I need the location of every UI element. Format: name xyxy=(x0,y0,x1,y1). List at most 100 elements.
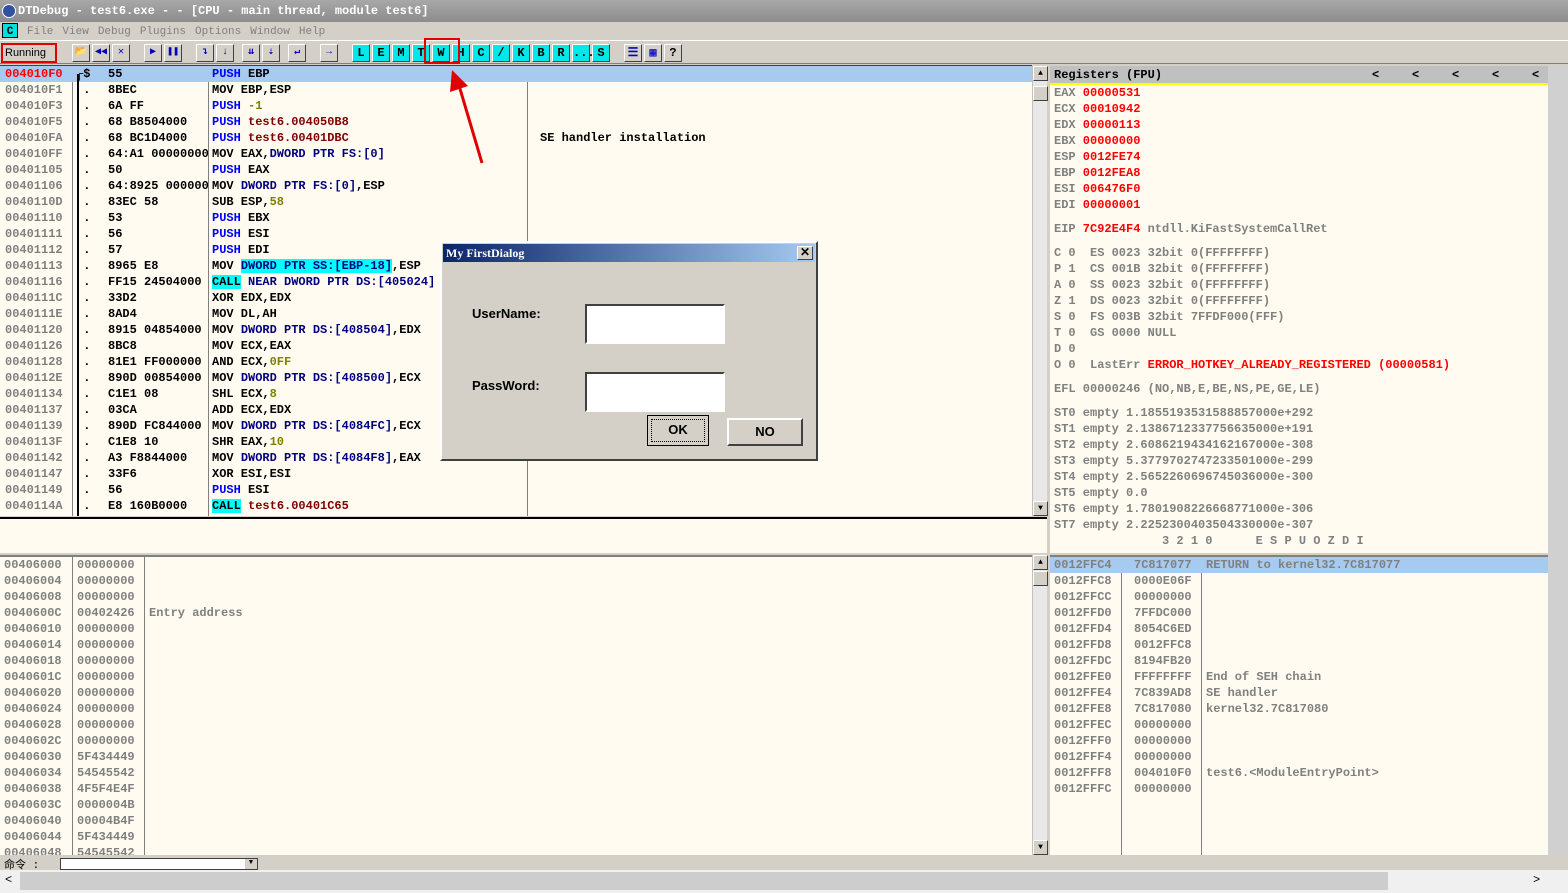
register-line[interactable]: ST0 empty 1.1855193531588857000e+292 xyxy=(1054,405,1548,421)
stack-row[interactable]: 0012FFF4 00000000 xyxy=(1050,749,1548,765)
toolbar-button-m[interactable]: M xyxy=(392,44,410,62)
stack-row[interactable]: 0012FFD4 8054C6ED xyxy=(1050,621,1548,637)
menu-debug[interactable]: Debug xyxy=(98,24,131,40)
menu-view[interactable]: View xyxy=(62,24,88,40)
dump-row[interactable]: 00406040 00004B4F xyxy=(0,813,1032,829)
command-input[interactable]: ▼ xyxy=(60,858,258,870)
horizontal-scrollbar[interactable]: < > xyxy=(0,870,1568,893)
disasm-row[interactable]: 0040114A . E8 160B0000 CALL test6.00401C65 xyxy=(0,498,1032,514)
list-icon[interactable]: ☰ xyxy=(624,44,642,62)
run-icon[interactable]: ▶ xyxy=(144,44,162,62)
stack-pane[interactable]: 0012FFC4 7C817077 RETURN to kernel32.7C817… xyxy=(1050,555,1548,855)
pause-icon[interactable]: ❚❚ xyxy=(164,44,182,62)
disasm-row[interactable]: 00401106 .64:8925 00000000MOV DWORD PTR … xyxy=(0,178,1032,194)
stack-row[interactable]: 0012FFFC 00000000 xyxy=(1050,781,1548,797)
dump-row[interactable]: 00406024 00000000 xyxy=(0,701,1032,717)
disasm-row[interactable]: 00401105 . 50 PUSH EAX xyxy=(0,162,1032,178)
colors-icon[interactable]: ▦ xyxy=(644,44,662,62)
right-scrollbar[interactable] xyxy=(1548,66,1568,856)
register-line[interactable]: C 0 ES 0023 32bit 0(FFFFFFFF) xyxy=(1054,245,1548,261)
register-line[interactable]: T 0 GS 0000 NULL xyxy=(1054,325,1548,341)
register-line[interactable]: EBP 0012FEA8 xyxy=(1054,165,1548,181)
register-line[interactable]: EAX 00000531 xyxy=(1054,85,1548,101)
dialog-title-bar[interactable]: My FirstDialog ✕ xyxy=(443,244,815,262)
dump-row[interactable]: 00406048 54545542 xyxy=(0,845,1032,855)
nav-arrow-icon[interactable]: < xyxy=(1492,66,1499,84)
dump-scrollbar[interactable]: ▲ ▼ xyxy=(1032,555,1048,855)
toolbar-button-more[interactable]: ... xyxy=(572,44,595,62)
dump-row[interactable]: 00406004 00000000 xyxy=(0,573,1032,589)
restart-icon[interactable]: ◀◀ xyxy=(92,44,110,62)
disasm-row[interactable]: 00401149 . 56 PUSH ESI xyxy=(0,482,1032,498)
disasm-row[interactable]: 00401111 . 56 PUSH ESI xyxy=(0,226,1032,242)
memory-dump-pane[interactable]: 00406000 00000000 00406004 00000000 00406008… xyxy=(0,555,1032,855)
disasm-row[interactable]: 0040110D . 83EC 58 SUB ESP,58 xyxy=(0,194,1032,210)
scroll-up-icon[interactable]: ▲ xyxy=(1033,66,1048,81)
scroll-left-icon[interactable]: < xyxy=(5,873,12,887)
stack-row[interactable]: 0012FFD8 0012FFC8 xyxy=(1050,637,1548,653)
dump-row[interactable]: 00406014 00000000 xyxy=(0,637,1032,653)
menu-help[interactable]: Help xyxy=(299,24,325,40)
scroll-up-icon[interactable]: ▲ xyxy=(1033,555,1048,570)
dump-row[interactable]: 0040603C 0000004B xyxy=(0,797,1032,813)
toolbar-button-k[interactable]: K xyxy=(512,44,530,62)
dropdown-arrow-icon[interactable]: ▼ xyxy=(245,859,257,869)
register-line[interactable]: ST6 empty 1.7801908226668771000e-306 xyxy=(1054,501,1548,517)
stack-row[interactable]: 0012FFC4 7C817077 RETURN to kernel32.7C817… xyxy=(1050,557,1548,573)
register-line[interactable]: ECX 00010942 xyxy=(1054,101,1548,117)
register-line[interactable]: D 0 xyxy=(1054,341,1548,357)
register-line[interactable]: EFL 00000246 (NO,NB,E,BE,NS,PE,GE,LE) xyxy=(1054,381,1548,397)
username-input[interactable] xyxy=(585,304,725,344)
stack-row[interactable]: 0012FFE0 FFFFFFFF End of SEH chain xyxy=(1050,669,1548,685)
scroll-thumb[interactable] xyxy=(1033,86,1048,101)
disasm-row[interactable]: 004010FF . 64:A1 00000000 MOV EAX,DWORD PT… xyxy=(0,146,1032,162)
registers-pane[interactable]: Registers (FPU) < < < < < EAX 00000531 ECX 0001… xyxy=(1050,66,1548,553)
register-line[interactable]: ST7 empty 2.2252300403504330000e-307 xyxy=(1054,517,1548,533)
ok-button[interactable]: OK xyxy=(647,415,709,446)
step-over-icon[interactable]: ↓ xyxy=(216,44,234,62)
disasm-row[interactable]: 00401147 . 33F6 XOR ESI,ESI xyxy=(0,466,1032,482)
help-icon[interactable]: ? xyxy=(664,44,682,62)
dump-row[interactable]: 00406010 00000000 xyxy=(0,621,1032,637)
stack-row[interactable]: 0012FFCC 00000000 xyxy=(1050,589,1548,605)
toolbar-button-r[interactable]: R xyxy=(552,44,570,62)
password-input[interactable] xyxy=(585,372,725,412)
register-line[interactable]: EIP 7C92E4F4 ntdll.KiFastSystemCallRet xyxy=(1054,221,1548,237)
dump-row[interactable]: 00406000 00000000 xyxy=(0,557,1032,573)
dump-row[interactable]: 00406018 00000000 xyxy=(0,653,1032,669)
nav-arrow-icon[interactable]: < xyxy=(1372,66,1379,84)
stack-row[interactable]: 0012FFD0 7FFDC000 xyxy=(1050,605,1548,621)
scroll-right-icon[interactable]: > xyxy=(1533,873,1540,887)
dump-row[interactable]: 00406028 00000000 xyxy=(0,717,1032,733)
stack-row[interactable]: 0012FFDC 8194FB20 xyxy=(1050,653,1548,669)
toolbar-button-e[interactable]: E xyxy=(372,44,390,62)
register-line[interactable]: Z 1 DS 0023 32bit 0(FFFFFFFF) xyxy=(1054,293,1548,309)
dump-row[interactable]: 00406008 00000000 xyxy=(0,589,1032,605)
disasm-row[interactable]: 004010F1 . 8BEC MOV EBP,ESP xyxy=(0,82,1032,98)
dump-row[interactable]: 00406038 4F5F4E4F xyxy=(0,781,1032,797)
dump-row[interactable]: 0040602C 00000000 xyxy=(0,733,1032,749)
register-line[interactable]: A 0 SS 0023 32bit 0(FFFFFFFF) xyxy=(1054,277,1548,293)
register-line[interactable]: ST4 empty 2.5652260696745036000e-300 xyxy=(1054,469,1548,485)
nav-arrow-icon[interactable]: < xyxy=(1532,66,1539,84)
register-line[interactable]: P 1 CS 001B 32bit 0(FFFFFFFF) xyxy=(1054,261,1548,277)
register-line[interactable]: EDI 00000001 xyxy=(1054,197,1548,213)
disasm-row[interactable]: 00401110 . 53 PUSH EBX xyxy=(0,210,1032,226)
disassembly-scrollbar[interactable]: ▲ ▼ xyxy=(1032,66,1048,516)
dump-row[interactable]: 00406020 00000000 xyxy=(0,685,1032,701)
step-into-icon[interactable]: ↴ xyxy=(196,44,214,62)
menu-file[interactable]: File xyxy=(27,24,53,40)
stack-row[interactable]: 0012FFE8 7C817080 kernel32.7C817080 xyxy=(1050,701,1548,717)
register-line[interactable]: O 0 LastErr ERROR_HOTKEY_ALREADY_REGISTE… xyxy=(1054,357,1548,373)
register-line[interactable]: 3 2 1 0 E S P U O Z D I xyxy=(1054,533,1548,549)
dump-row[interactable]: 0040600C 00402426 Entry address xyxy=(0,605,1032,621)
close-icon[interactable]: ✕ xyxy=(112,44,130,62)
menu-window[interactable]: Window xyxy=(250,24,290,40)
scroll-down-icon[interactable]: ▼ xyxy=(1033,840,1048,855)
execute-till-return-icon[interactable]: ↵ xyxy=(288,44,306,62)
toolbar-button-l[interactable]: L xyxy=(352,44,370,62)
register-line[interactable]: EDX 00000113 xyxy=(1054,117,1548,133)
no-button[interactable]: NO xyxy=(727,418,803,446)
register-line[interactable]: ESI 006476F0 xyxy=(1054,181,1548,197)
scroll-thumb[interactable] xyxy=(1033,571,1048,586)
